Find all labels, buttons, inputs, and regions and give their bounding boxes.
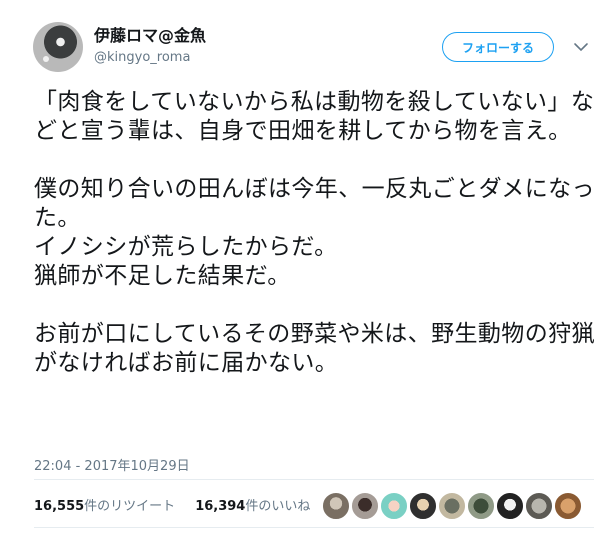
liker-avatar[interactable] <box>409 492 437 520</box>
engagement-stats: 16,555件のリツイート 16,394件のいいね <box>34 495 310 514</box>
author-handle[interactable]: @kingyo_roma <box>94 50 190 66</box>
liker-avatar[interactable] <box>496 492 524 520</box>
liker-avatar[interactable] <box>351 492 379 520</box>
retweet-stat[interactable]: 16,555件のリツイート <box>34 495 175 514</box>
like-count: 16,394 <box>195 499 246 514</box>
retweet-count: 16,555 <box>34 499 85 514</box>
liker-avatars <box>322 492 592 520</box>
chevron-down-icon[interactable] <box>572 38 590 56</box>
like-label: 件のいいね <box>245 499 311 514</box>
follow-button[interactable]: フォローする <box>442 32 554 62</box>
liker-avatar[interactable] <box>380 492 408 520</box>
author-display-name[interactable]: 伊藤ロマ@金魚 <box>94 26 206 46</box>
divider-bottom <box>34 527 594 528</box>
tweet-timestamp[interactable]: 22:04 - 2017年10月29日 <box>34 455 190 474</box>
retweet-label: 件のリツイート <box>84 499 176 514</box>
tweet-card: 伊藤ロマ@金魚 @kingyo_roma フォローする 「肉食をしていないから私… <box>0 0 614 540</box>
liker-avatar[interactable] <box>322 492 350 520</box>
liker-avatar[interactable] <box>438 492 466 520</box>
author-avatar[interactable] <box>33 22 83 72</box>
like-stat[interactable]: 16,394件のいいね <box>195 495 310 514</box>
avatar-glint <box>43 56 49 62</box>
liker-avatar[interactable] <box>467 492 495 520</box>
liker-avatar[interactable] <box>554 492 582 520</box>
liker-avatar[interactable] <box>525 492 553 520</box>
divider-top <box>34 479 594 480</box>
tweet-text: 「肉食をしていないから私は動物を殺していない」などと宣う輩は、自身で田畑を耕して… <box>34 89 595 376</box>
